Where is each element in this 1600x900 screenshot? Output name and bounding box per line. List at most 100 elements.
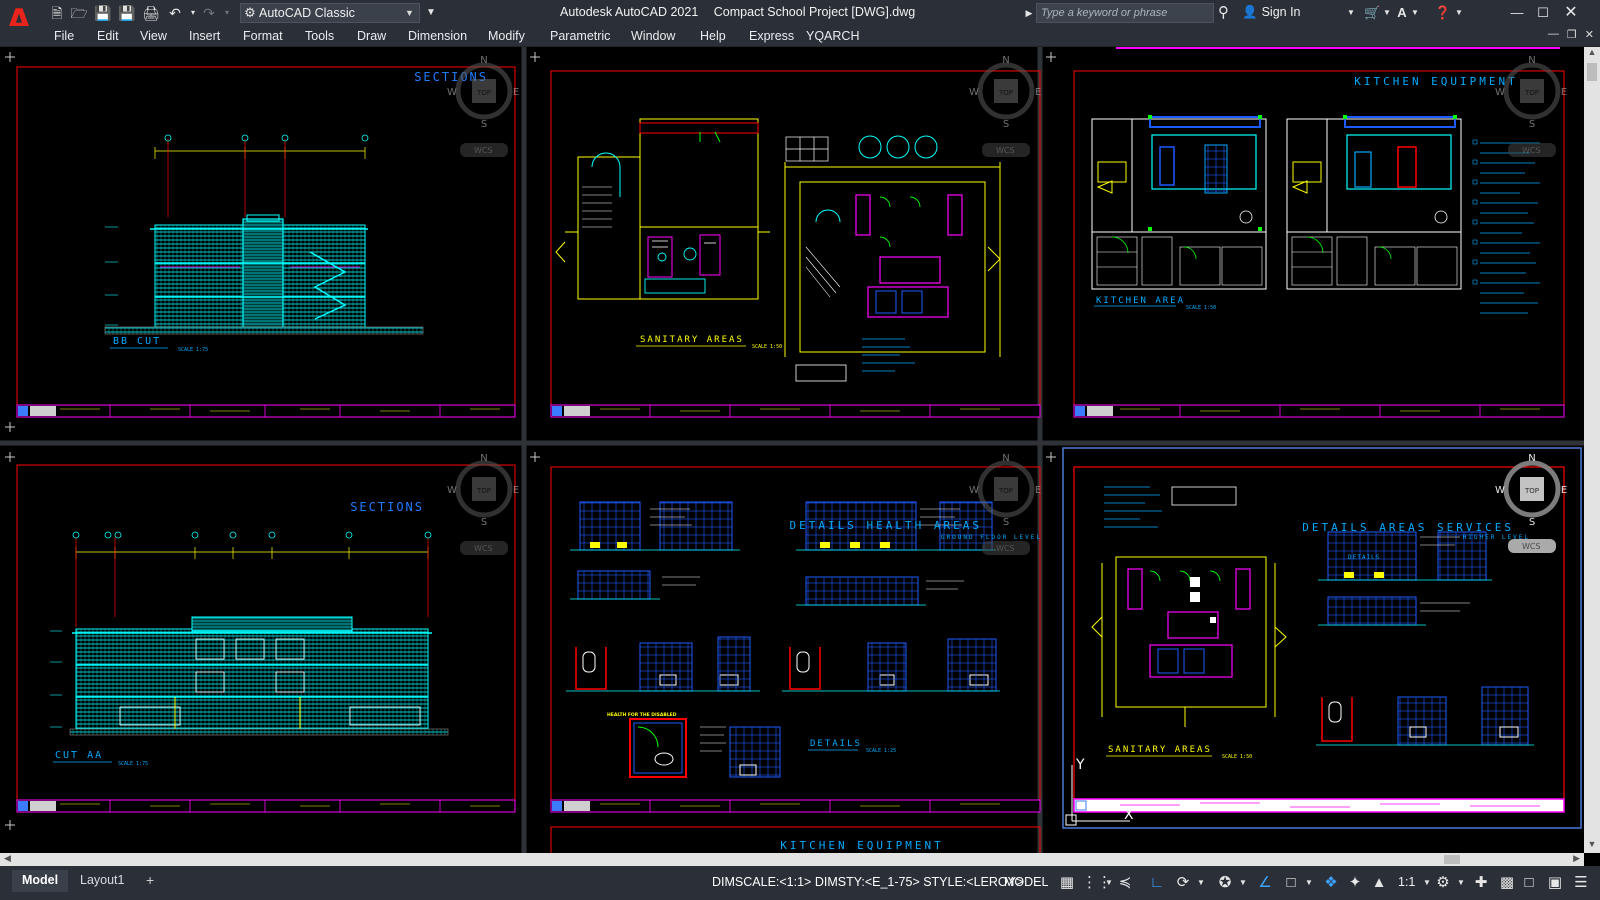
sign-in-button[interactable]: 👤 Sign In [1242,5,1301,20]
menu-tools[interactable]: Tools [305,29,334,43]
menu-help[interactable]: Help [700,29,726,43]
scroll-right-icon[interactable]: ▶ [1573,853,1580,864]
menu-view[interactable]: View [140,29,167,43]
annotation-scale-icon[interactable]: ▲ [1370,873,1388,893]
isodraft-dropdown-icon[interactable]: ▼ [1234,873,1252,893]
polar-tracking-icon[interactable]: ⟳ [1174,873,1192,893]
horizontal-scroll-thumb[interactable] [1444,855,1460,864]
search-expand-icon[interactable]: ▶ [1024,4,1034,22]
save-as-icon[interactable]: 💾 [118,4,136,22]
infer-constraints-icon[interactable]: ≼ [1116,873,1134,893]
vertical-scroll-thumb[interactable] [1587,63,1597,81]
menu-express[interactable]: Express [749,29,794,43]
cart-dropdown-icon[interactable]: ▼ [1382,4,1392,22]
units-icon[interactable]: ▩ [1498,873,1516,893]
viewcube-2[interactable]: TOP N S W E WCS [969,55,1041,157]
viewcube-south: S [1529,517,1535,528]
a360-dropdown-icon[interactable]: ▼ [1410,4,1420,22]
grid-icon[interactable]: ▦ [1058,873,1076,893]
save-icon[interactable]: 💾 [94,4,112,22]
wcs-menu[interactable]: WCS [996,544,1015,553]
minimize-button[interactable]: — [1504,0,1530,26]
undo-icon[interactable]: ↶ [166,4,184,22]
redo-icon[interactable]: ↷ [200,4,218,22]
close-button[interactable]: ✕ [1558,0,1584,26]
maximize-button[interactable]: ☐ [1530,0,1556,26]
snap-icon[interactable]: ⋮⋮ [1082,873,1112,893]
annotation-visibility-icon[interactable]: ❖ [1322,873,1340,893]
menu-parametric[interactable]: Parametric [550,29,610,43]
viewcube-north: N [1528,55,1535,66]
menu-draw[interactable]: Draw [357,29,386,43]
viewport-kitchen-equipment[interactable]: KITCHEN EQUIPMENT KITCHEN AREA SCALE 1:5… [1073,47,1565,418]
customize-quick-access-icon[interactable]: ▼ [422,4,440,22]
viewport-details-areas-services[interactable]: DETAILS AREAS SERVICES HIGHER LEVEL DETA… [1065,466,1565,826]
menu-window[interactable]: Window [631,29,675,43]
viewcube-north: N [480,453,487,464]
auto-scale-icon[interactable]: ✦ [1346,873,1364,893]
object-snap-icon[interactable]: □ [1282,873,1300,893]
help-dropdown-icon[interactable]: ▼ [1454,4,1464,22]
model-space-button[interactable]: MODEL [1004,875,1048,889]
cart-icon[interactable]: 🛒 [1364,4,1380,22]
isolate-objects-icon[interactable]: □ [1520,873,1538,893]
menu-edit[interactable]: Edit [97,29,119,43]
wcs-menu[interactable]: WCS [474,146,493,155]
polar-dropdown-icon[interactable]: ▼ [1192,873,1210,893]
add-layout-button[interactable]: + [146,872,154,888]
ucs-y-label: Y [1075,757,1085,773]
window-title: Autodesk AutoCAD 2021 Compact School Pro… [560,5,915,19]
doc-minimize-icon[interactable]: — [1548,28,1559,41]
annotation-scale-value[interactable]: 1:1 [1398,875,1415,889]
sign-in-dropdown-icon[interactable]: ▼ [1346,4,1356,22]
isodraft-icon[interactable]: ✪ [1216,873,1234,893]
wcs-menu[interactable]: WCS [474,544,493,553]
full-screen-icon[interactable]: ▣ [1546,873,1564,893]
autodesk-a360-icon[interactable]: A [1394,4,1410,22]
object-snap-tracking-icon[interactable]: ∠ [1256,873,1274,893]
viewport-details-health-areas[interactable]: HEALTH FOR THE DISABLED DETAILS HEALTH A… [550,466,1042,853]
customize-status-bar-icon[interactable]: ☰ [1572,873,1590,893]
menu-format[interactable]: Format [243,29,283,43]
menu-modify[interactable]: Modify [488,29,525,43]
workspace-dropdown-icon[interactable]: ▼ [1452,873,1470,893]
viewport-sanitary-areas[interactable]: SANITARY AREAS SCALE 1:50 [550,70,1041,418]
document-title: Compact School Project [DWG].dwg [713,5,916,19]
workspace-gear-icon[interactable]: ⚙ [1434,873,1452,893]
doc-restore-icon[interactable]: ❐ [1567,28,1577,41]
wcs-menu[interactable]: WCS [1522,542,1541,551]
viewcube-4[interactable]: TOP N S W E WCS [447,453,519,555]
menu-dimension[interactable]: Dimension [408,29,467,43]
annotation-monitor-icon[interactable]: ✚ [1472,873,1490,893]
viewport-cut-aa[interactable]: SECTIONS CUT AA SCALE 1:75 [16,464,516,813]
wcs-menu[interactable]: WCS [996,146,1015,155]
scroll-left-icon[interactable]: ◀ [4,853,11,864]
wcs-menu[interactable]: WCS [1522,146,1541,155]
menu-file[interactable]: File [54,29,74,43]
horizontal-scrollbar[interactable]: ◀ ▶ [0,853,1584,866]
help-icon[interactable]: ❓ [1434,4,1452,22]
sheet-subtitle: GROUND FLOOR LEVEL [941,534,1042,541]
search-input[interactable]: Type a keyword or phrase [1036,3,1214,23]
detail-subtitle: DETAILS [1348,554,1380,561]
menu-insert[interactable]: Insert [189,29,220,43]
redo-dropdown-icon[interactable]: ▾ [218,4,236,22]
menu-yqarch[interactable]: YQARCH [806,29,859,43]
viewcube-3[interactable]: TOP N S W E WCS [1495,55,1567,157]
search-icon[interactable]: ⚲ [1218,3,1236,23]
open-icon[interactable]: 🗁 [70,4,88,22]
tab-model[interactable]: Model [12,870,69,892]
scroll-down-icon[interactable]: ▼ [1584,839,1600,853]
workspace-switcher[interactable]: ⚙ AutoCAD Classic ▼ [240,3,420,23]
tab-layout1[interactable]: Layout1 [70,870,134,892]
ucs-x-label: X [1124,807,1134,823]
vertical-scrollbar[interactable]: ▲ ▼ [1584,47,1600,853]
osnap-dropdown-icon[interactable]: ▼ [1300,873,1318,893]
doc-close-icon[interactable]: ✕ [1585,28,1594,41]
new-icon[interactable]: 🗎 [48,4,66,22]
scroll-up-icon[interactable]: ▲ [1584,47,1600,61]
drawing-canvas[interactable]: SECTIONS BB CUT SCALE 1:75 SANITARY AREA… [0,47,1584,853]
print-icon[interactable]: 🖨 [142,4,160,22]
viewport-bb-cut[interactable]: SECTIONS BB CUT SCALE 1:75 [16,66,516,418]
ortho-icon[interactable]: ∟ [1148,873,1166,893]
